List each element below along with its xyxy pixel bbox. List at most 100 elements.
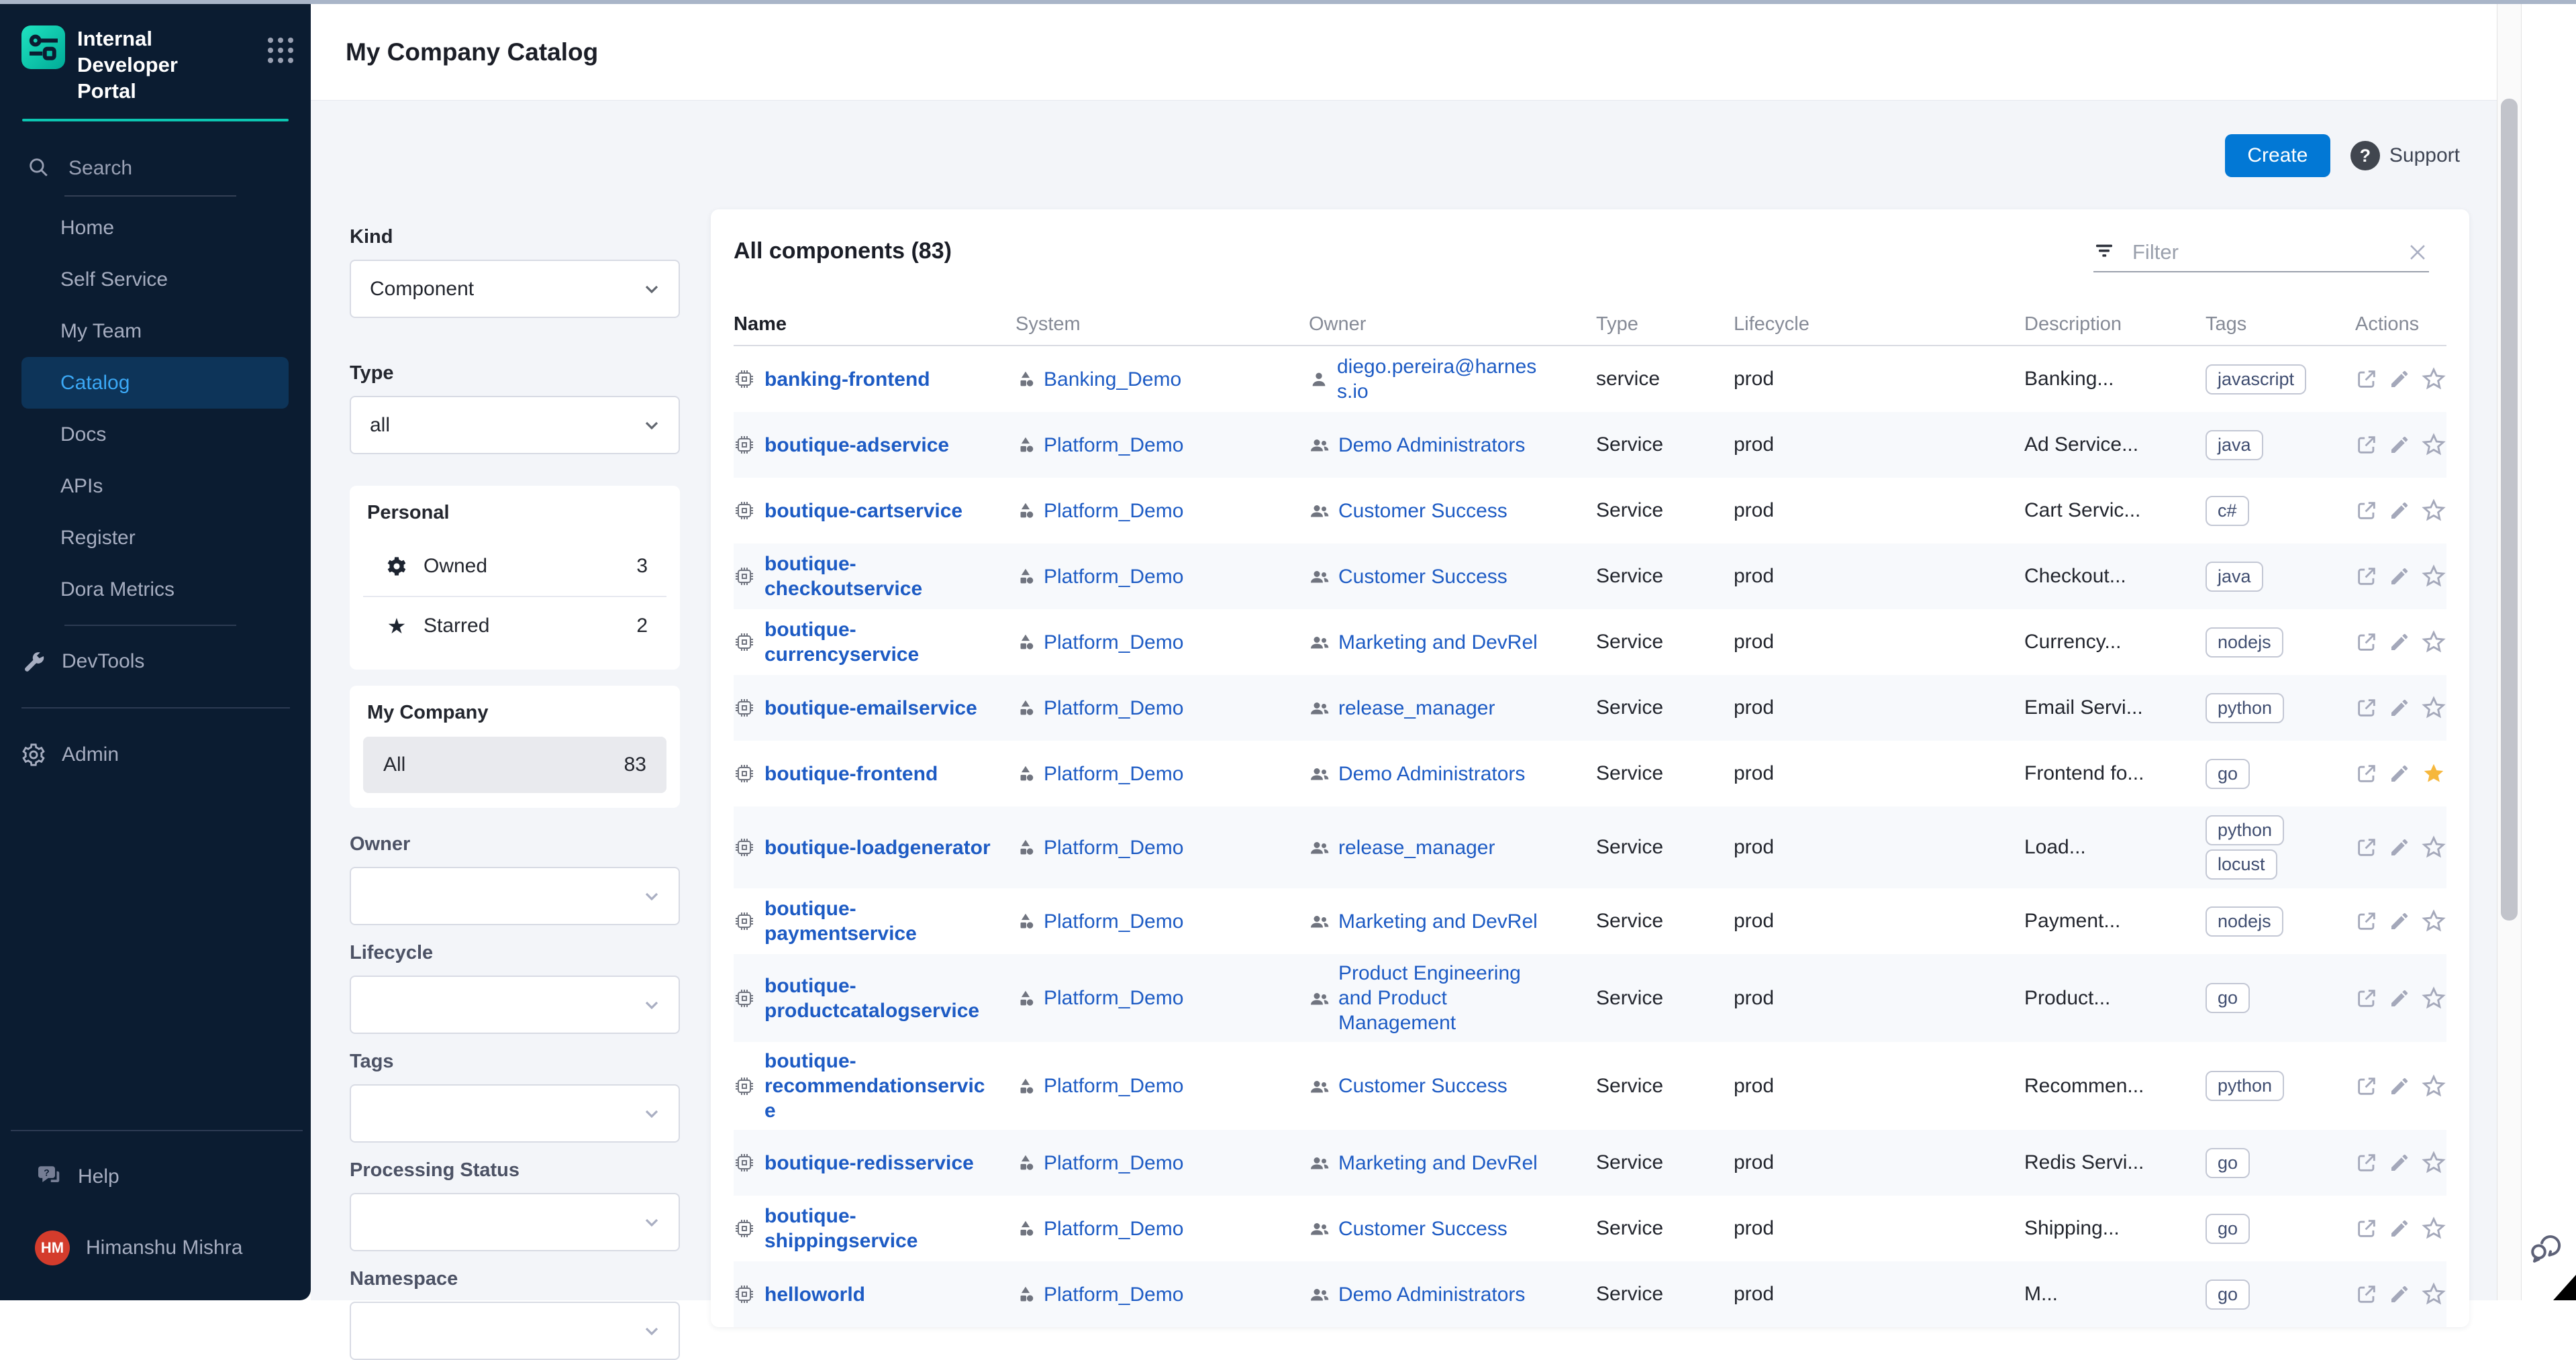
- star-outline-icon[interactable]: [2421, 986, 2446, 1011]
- owner-link[interactable]: Marketing and DevRel: [1338, 1151, 1538, 1175]
- sidebar-item-admin[interactable]: Admin: [0, 729, 311, 780]
- open-in-new-icon[interactable]: [2355, 1217, 2378, 1240]
- edit-icon[interactable]: [2389, 500, 2410, 521]
- edit-icon[interactable]: [2389, 1218, 2410, 1239]
- filter-select[interactable]: [350, 976, 680, 1034]
- kind-select[interactable]: Component: [350, 260, 680, 318]
- sidebar-nav-item[interactable]: Dora Metrics: [0, 564, 289, 615]
- owner-link[interactable]: diego.pereira@harness.io: [1337, 354, 1545, 404]
- column-header-lifecycle[interactable]: Lifecycle: [1734, 313, 2024, 335]
- open-in-new-icon[interactable]: [2355, 499, 2378, 522]
- owner-link[interactable]: Product Engineering and Product Manageme…: [1338, 961, 1546, 1035]
- close-icon[interactable]: [2406, 241, 2429, 264]
- sidebar-nav-item[interactable]: Register: [0, 512, 289, 564]
- filter-select[interactable]: [350, 867, 680, 925]
- open-in-new-icon[interactable]: [2355, 631, 2378, 653]
- component-name-link[interactable]: boutique-cartservice: [764, 499, 962, 523]
- table-filter-input[interactable]: [2131, 240, 2406, 265]
- open-in-new-icon[interactable]: [2355, 762, 2378, 785]
- personal-filter-row[interactable]: Owned 3: [363, 537, 666, 596]
- sidebar-nav-item[interactable]: Catalog: [21, 357, 289, 409]
- column-header-tags[interactable]: Tags: [2206, 313, 2355, 335]
- sidebar-nav-item[interactable]: Docs: [0, 409, 289, 460]
- open-in-new-icon[interactable]: [2355, 910, 2378, 933]
- system-link[interactable]: Platform_Demo: [1044, 433, 1183, 458]
- sidebar-nav-item[interactable]: APIs: [0, 460, 289, 512]
- star-outline-icon[interactable]: [2421, 498, 2446, 523]
- owner-link[interactable]: Customer Success: [1338, 1074, 1507, 1098]
- open-in-new-icon[interactable]: [2355, 1151, 2378, 1174]
- filter-select[interactable]: [350, 1302, 680, 1360]
- star-outline-icon[interactable]: [2421, 1150, 2446, 1175]
- system-link[interactable]: Platform_Demo: [1044, 1151, 1183, 1175]
- component-name-link[interactable]: boutique-adservice: [764, 433, 949, 458]
- star-outline-icon[interactable]: [2421, 564, 2446, 589]
- star-outline-icon[interactable]: [2421, 1281, 2446, 1307]
- create-button[interactable]: Create: [2225, 134, 2330, 177]
- open-in-new-icon[interactable]: [2355, 368, 2378, 390]
- component-name-link[interactable]: boutique-frontend: [764, 762, 938, 786]
- sidebar-nav-item[interactable]: My Team: [0, 305, 289, 357]
- star-outline-icon[interactable]: [2421, 1216, 2446, 1241]
- my-company-all-row[interactable]: All 83: [363, 737, 666, 793]
- star-outline-icon[interactable]: [2421, 1074, 2446, 1099]
- column-header-type[interactable]: Type: [1596, 313, 1734, 335]
- filter-select[interactable]: [350, 1193, 680, 1251]
- system-link[interactable]: Platform_Demo: [1044, 696, 1183, 721]
- star-filled-icon[interactable]: [2421, 761, 2446, 786]
- system-link[interactable]: Platform_Demo: [1044, 762, 1183, 786]
- open-in-new-icon[interactable]: [2355, 696, 2378, 719]
- sidebar-search[interactable]: Search: [27, 154, 311, 183]
- system-link[interactable]: Platform_Demo: [1044, 564, 1183, 589]
- edit-icon[interactable]: [2389, 1152, 2410, 1173]
- app-grid-icon[interactable]: [268, 38, 293, 63]
- component-name-link[interactable]: boutique-paymentservice: [764, 896, 993, 946]
- owner-link[interactable]: Marketing and DevRel: [1338, 909, 1538, 934]
- column-header-system[interactable]: System: [1015, 313, 1309, 335]
- star-outline-icon[interactable]: [2421, 366, 2446, 392]
- open-in-new-icon[interactable]: [2355, 836, 2378, 859]
- scrollbar-thumb[interactable]: [2501, 99, 2518, 921]
- component-name-link[interactable]: banking-frontend: [764, 367, 930, 392]
- column-header-name[interactable]: Name: [734, 313, 1015, 335]
- owner-link[interactable]: Customer Success: [1338, 564, 1507, 589]
- owner-link[interactable]: Demo Administrators: [1338, 1282, 1525, 1307]
- star-outline-icon[interactable]: [2421, 629, 2446, 655]
- edit-icon[interactable]: [2389, 1284, 2410, 1305]
- component-name-link[interactable]: boutique-emailservice: [764, 696, 977, 721]
- owner-link[interactable]: release_manager: [1338, 696, 1495, 721]
- component-name-link[interactable]: boutique-loadgenerator: [764, 835, 991, 860]
- star-outline-icon[interactable]: [2421, 835, 2446, 860]
- owner-link[interactable]: Demo Administrators: [1338, 433, 1525, 458]
- owner-link[interactable]: Marketing and DevRel: [1338, 630, 1538, 655]
- column-header-owner[interactable]: Owner: [1309, 313, 1596, 335]
- edit-icon[interactable]: [2389, 1076, 2410, 1097]
- column-header-description[interactable]: Description: [2024, 313, 2206, 335]
- star-outline-icon[interactable]: [2421, 432, 2446, 458]
- sidebar-item-devtools[interactable]: DevTools: [0, 635, 311, 687]
- type-select[interactable]: all: [350, 396, 680, 454]
- system-link[interactable]: Platform_Demo: [1044, 1216, 1183, 1241]
- open-in-new-icon[interactable]: [2355, 987, 2378, 1010]
- scrollbar-track[interactable]: [2497, 4, 2522, 1300]
- support-button[interactable]: ? Support: [2350, 141, 2460, 170]
- star-outline-icon[interactable]: [2421, 908, 2446, 934]
- chat-widget-icon[interactable]: [2527, 1227, 2565, 1268]
- component-name-link[interactable]: boutique-recommendationservice: [764, 1049, 993, 1123]
- component-name-link[interactable]: boutique-checkoutservice: [764, 552, 993, 601]
- owner-link[interactable]: Customer Success: [1338, 1216, 1507, 1241]
- edit-icon[interactable]: [2389, 910, 2410, 932]
- sidebar-nav-item[interactable]: Self Service: [0, 254, 289, 305]
- edit-icon[interactable]: [2389, 763, 2410, 784]
- filter-select[interactable]: [350, 1084, 680, 1143]
- system-link[interactable]: Platform_Demo: [1044, 1074, 1183, 1098]
- edit-icon[interactable]: [2389, 434, 2410, 456]
- system-link[interactable]: Banking_Demo: [1044, 367, 1181, 392]
- open-in-new-icon[interactable]: [2355, 433, 2378, 456]
- edit-icon[interactable]: [2389, 837, 2410, 858]
- component-name-link[interactable]: boutique-shippingservice: [764, 1204, 993, 1253]
- system-link[interactable]: Platform_Demo: [1044, 835, 1183, 860]
- owner-link[interactable]: Customer Success: [1338, 499, 1507, 523]
- owner-link[interactable]: release_manager: [1338, 835, 1495, 860]
- star-outline-icon[interactable]: [2421, 695, 2446, 721]
